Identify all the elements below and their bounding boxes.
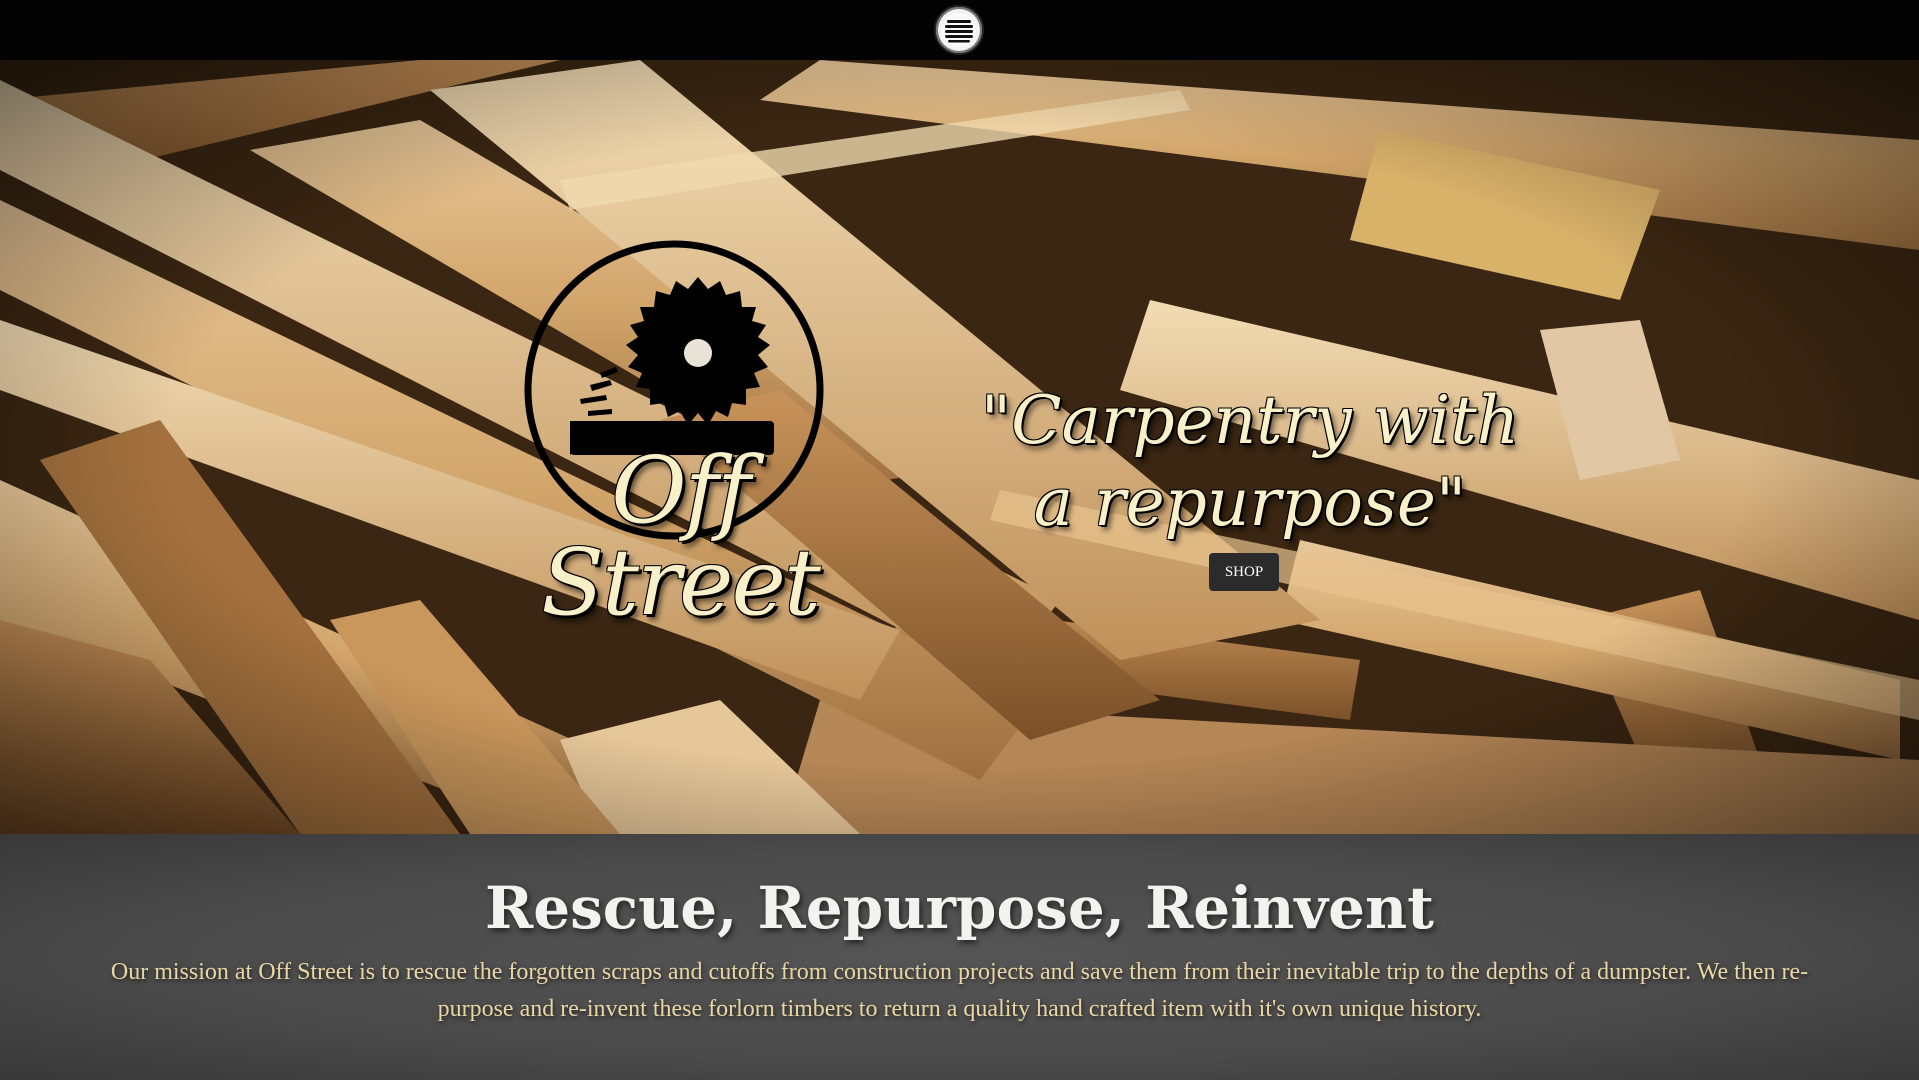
hero-tagline: "Carpentry with a repurpose": [960, 380, 1540, 544]
mission-text: Our mission at Off Street is to rescue t…: [110, 959, 1809, 1022]
hero-banner: Off Street "Carpentry with a repurpose" …: [0, 60, 1919, 834]
brand-logo-text: Off Street: [541, 437, 821, 636]
tagline-line-2: a repurpose": [1033, 464, 1467, 541]
menu-button[interactable]: [934, 5, 984, 55]
mission-title: Rescue, Repurpose, Reinvent: [485, 874, 1434, 942]
mission-section: Rescue, Repurpose, Reinvent Our mission …: [0, 834, 1919, 1080]
hamburger-icon: [942, 13, 976, 47]
tagline-line-1: "Carpentry with: [980, 382, 1520, 459]
top-bar: [0, 0, 1919, 60]
shop-button[interactable]: SHOP: [1209, 553, 1279, 591]
